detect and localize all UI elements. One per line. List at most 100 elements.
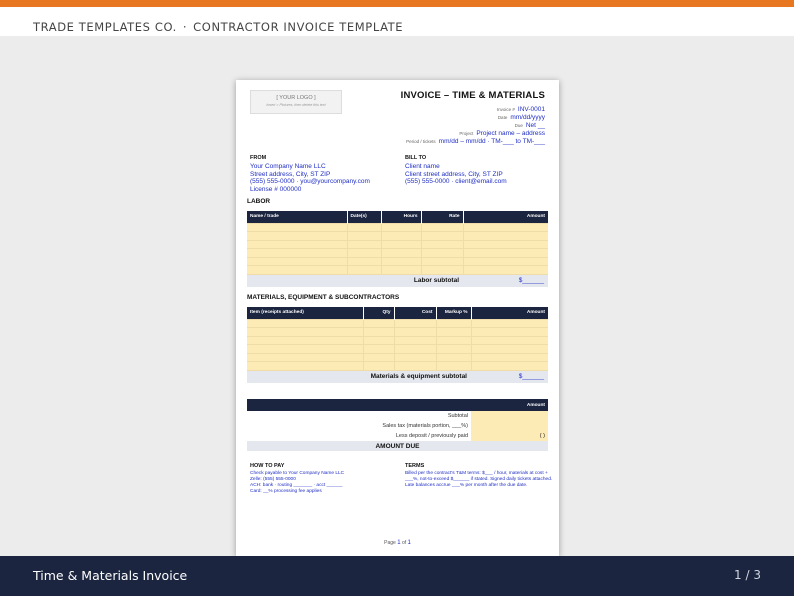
labor-cell[interactable] [247, 222, 348, 232]
materials-subtotal-row: Materials & equipment subtotal $______ [247, 370, 548, 383]
labor-cell[interactable] [421, 248, 464, 258]
materials-cell[interactable] [471, 361, 548, 371]
materials-cell[interactable] [247, 361, 364, 371]
materials-cell[interactable] [363, 318, 395, 328]
header-subtitle: CONTRACTOR INVOICE TEMPLATE [193, 20, 404, 34]
totals-value[interactable] [471, 411, 548, 421]
materials-cell[interactable] [436, 361, 472, 371]
logo-placeholder: [ YOUR LOGO ] Insert > Pictures, then de… [250, 90, 342, 114]
materials-cell[interactable] [363, 327, 395, 337]
meta-row-project: Project Project name – address [406, 127, 545, 137]
labor-cell[interactable] [463, 265, 548, 275]
labor-cell[interactable] [463, 231, 548, 241]
labor-cell[interactable] [347, 265, 382, 275]
logo-placeholder-text: [ YOUR LOGO ] [276, 95, 316, 101]
totals-value[interactable]: ( ) [471, 431, 548, 441]
labor-cell[interactable] [381, 231, 422, 241]
materials-cell[interactable] [436, 335, 472, 345]
materials-cell[interactable] [436, 327, 472, 337]
column-header: Qty [363, 307, 395, 319]
labor-cell[interactable] [347, 222, 382, 232]
materials-row [247, 352, 548, 362]
labor-cell[interactable] [247, 256, 348, 266]
materials-rows [247, 318, 548, 371]
meta-row-date: Date mm/dd/yyyy [406, 111, 545, 121]
preview-stage: [ YOUR LOGO ] Insert > Pictures, then de… [0, 36, 794, 556]
materials-header-row: Item (receipts attached) Qty Cost Markup… [247, 307, 548, 319]
labor-cell[interactable] [421, 222, 464, 232]
materials-row [247, 335, 548, 345]
column-header: Rate [421, 211, 464, 223]
materials-cell[interactable] [394, 344, 437, 354]
materials-cell[interactable] [247, 352, 364, 362]
labor-cell[interactable] [247, 239, 348, 249]
labor-cell[interactable] [463, 239, 548, 249]
labor-cell[interactable] [421, 256, 464, 266]
labor-subtotal-value[interactable]: $______ [463, 274, 548, 287]
labor-cell[interactable] [421, 231, 464, 241]
materials-cell[interactable] [394, 327, 437, 337]
bill-to-heading: BILL TO [405, 155, 427, 161]
materials-cell[interactable] [436, 344, 472, 354]
materials-cell[interactable] [247, 327, 364, 337]
totals-row-subtotal: Subtotal [247, 411, 548, 421]
materials-cell[interactable] [394, 335, 437, 345]
materials-cell[interactable] [471, 335, 548, 345]
totals-value[interactable] [471, 421, 548, 431]
labor-cell[interactable] [247, 248, 348, 258]
brand-name: TRADE TEMPLATES CO. [33, 20, 177, 34]
column-header: Amount [463, 211, 548, 223]
materials-cell[interactable] [471, 327, 548, 337]
invoice-sheet: [ YOUR LOGO ] Insert > Pictures, then de… [236, 80, 559, 556]
materials-cell[interactable] [247, 318, 364, 328]
page-number: Page 1 of 1 [236, 540, 559, 546]
bill-to-line: (555) 555-0000 · client@email.com [405, 178, 507, 185]
labor-cell[interactable] [463, 248, 548, 258]
labor-cell[interactable] [463, 222, 548, 232]
materials-cell[interactable] [471, 318, 548, 328]
materials-cell[interactable] [394, 352, 437, 362]
labor-cell[interactable] [463, 256, 548, 266]
materials-cell[interactable] [394, 318, 437, 328]
totals-header-spacer [247, 399, 471, 411]
materials-cell[interactable] [247, 344, 364, 354]
labor-cell[interactable] [347, 231, 382, 241]
from-line: Your Company Name LLC [250, 163, 326, 170]
materials-row [247, 344, 548, 354]
materials-cell[interactable] [471, 344, 548, 354]
labor-cell[interactable] [247, 265, 348, 275]
invoice-title: INVOICE – TIME & MATERIALS [400, 90, 545, 101]
column-header: Amount [471, 307, 548, 319]
labor-cell[interactable] [347, 248, 382, 258]
labor-cell[interactable] [247, 231, 348, 241]
materials-row [247, 361, 548, 371]
labor-cell[interactable] [347, 256, 382, 266]
from-line: (555) 555-0000 · you@yourcompany.com [250, 178, 370, 185]
labor-cell[interactable] [381, 239, 422, 249]
labor-cell[interactable] [347, 239, 382, 249]
materials-cell[interactable] [363, 352, 395, 362]
labor-cell[interactable] [421, 239, 464, 249]
materials-subtotal-value[interactable]: $______ [471, 370, 548, 383]
meta-row-invoice-number: Invoice # INV-0001 [406, 103, 545, 113]
bill-to-line: Client name [405, 163, 440, 170]
materials-cell[interactable] [436, 352, 472, 362]
materials-cell[interactable] [363, 361, 395, 371]
column-header: Hours [381, 211, 422, 223]
materials-cell[interactable] [394, 361, 437, 371]
totals-table: Amount Subtotal Sales tax (materials por… [247, 399, 548, 451]
invoice-meta: Invoice # INV-0001 Date mm/dd/yyyy Due Net … [406, 103, 545, 145]
footer-pager[interactable]: 1 / 3 [734, 568, 761, 582]
labor-cell[interactable] [381, 256, 422, 266]
materials-cell[interactable] [471, 352, 548, 362]
page-header: TRADE TEMPLATES CO. · CONTRACTOR INVOICE T… [33, 20, 403, 34]
materials-cell[interactable] [436, 318, 472, 328]
labor-cell[interactable] [381, 248, 422, 258]
materials-cell[interactable] [363, 344, 395, 354]
materials-cell[interactable] [363, 335, 395, 345]
labor-cell[interactable] [381, 222, 422, 232]
labor-cell[interactable] [381, 265, 422, 275]
materials-cell[interactable] [247, 335, 364, 345]
labor-cell[interactable] [421, 265, 464, 275]
labor-table: Name / trade Date(s) Hours Rate Amount L… [247, 211, 548, 287]
